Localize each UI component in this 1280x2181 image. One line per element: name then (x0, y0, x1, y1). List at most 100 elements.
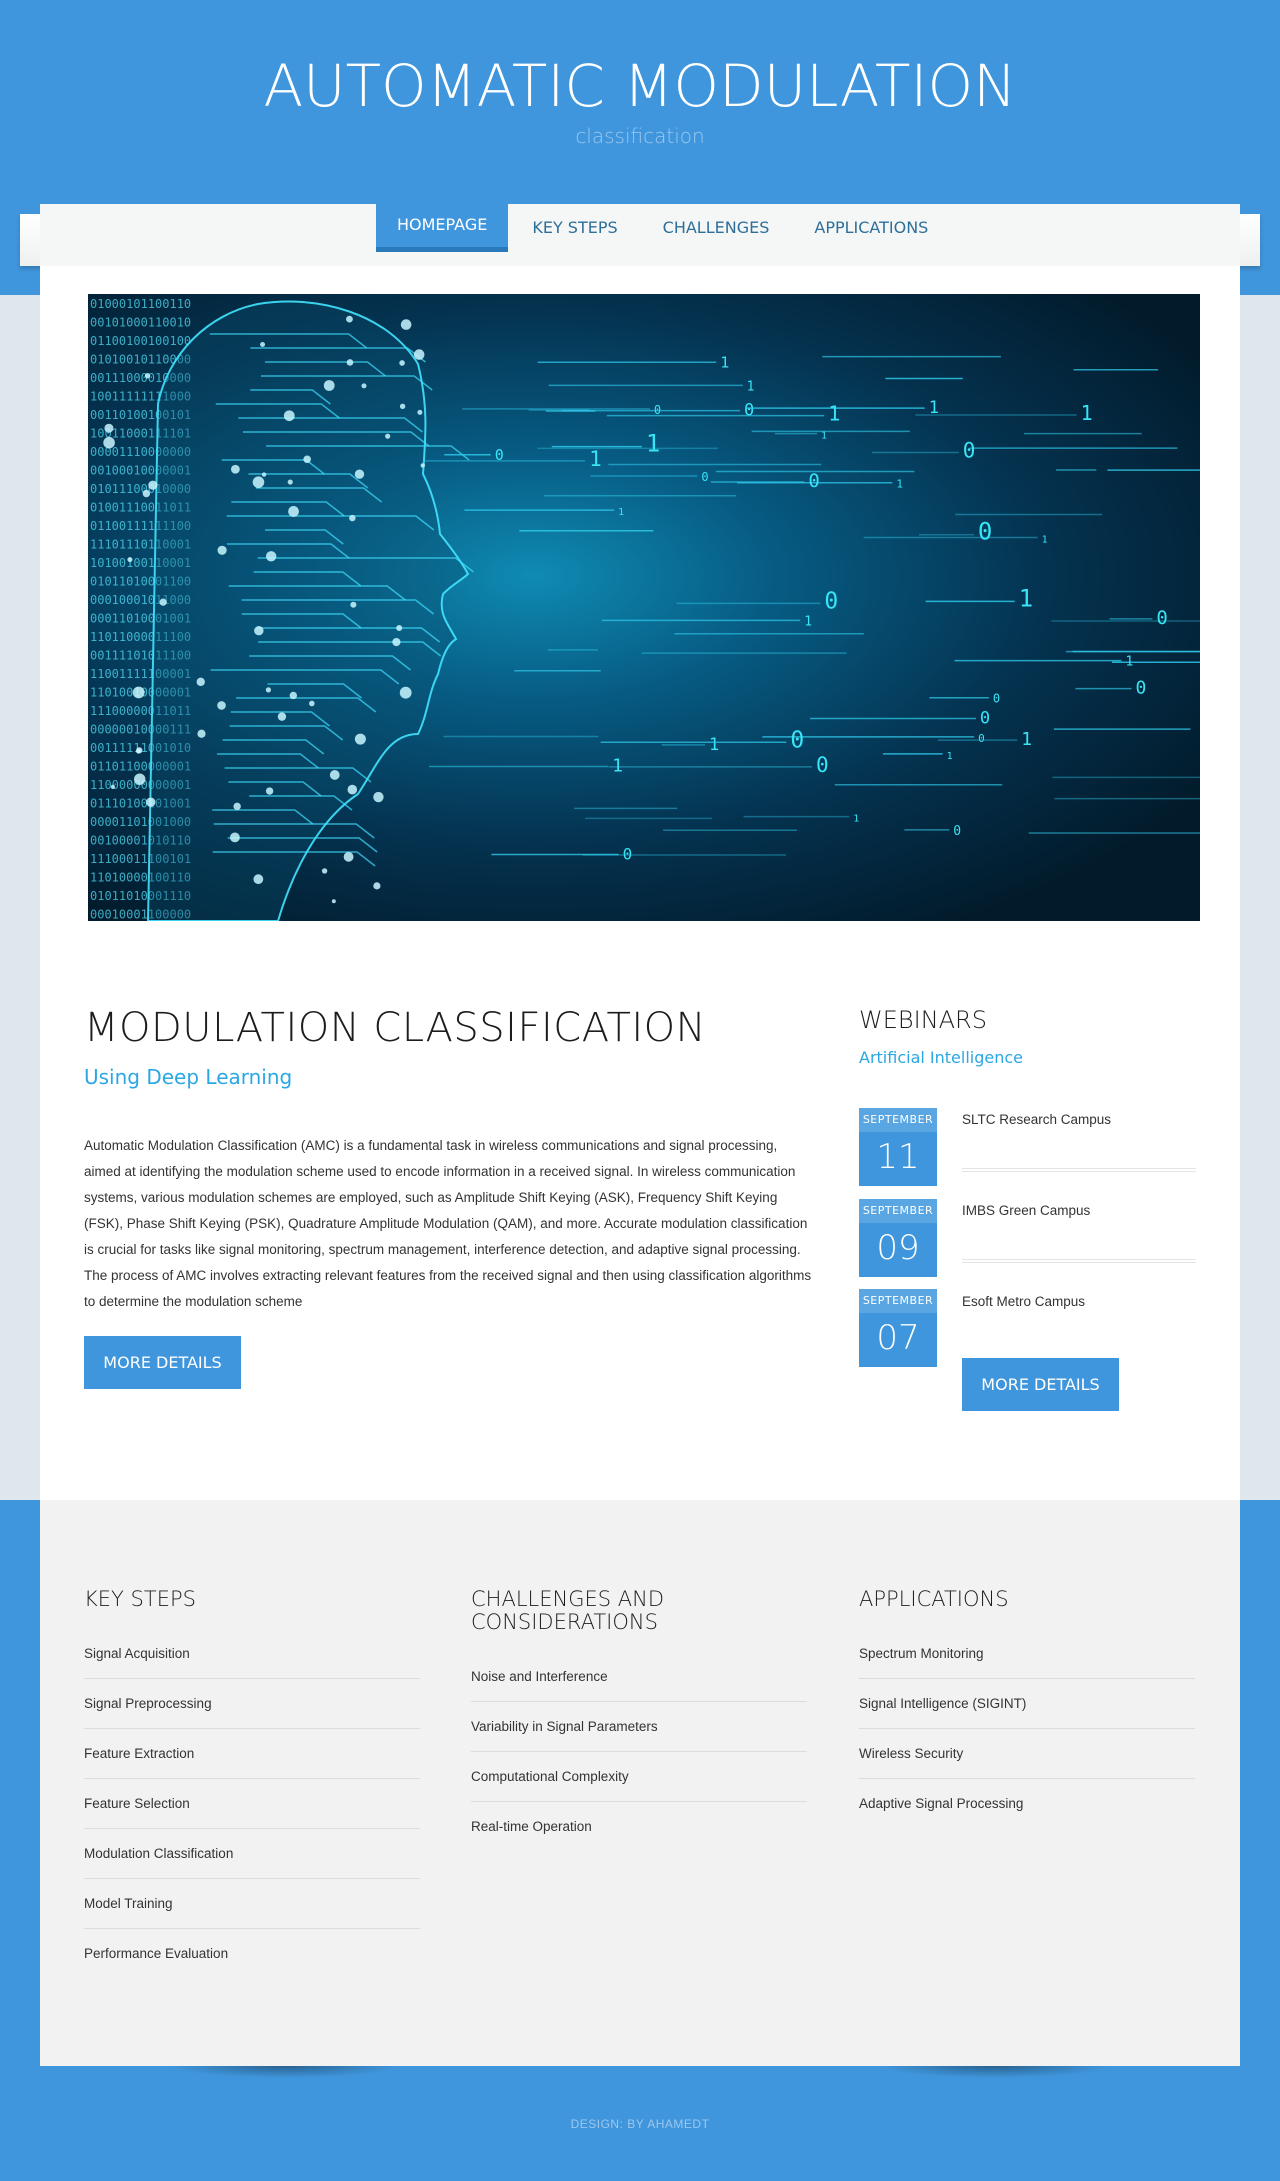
event-month: SEPTEMBER (859, 1108, 937, 1132)
svg-text:01100100100100: 01100100100100 (90, 334, 191, 348)
list-divider (84, 1778, 420, 1779)
key-step-link[interactable]: Feature Extraction (84, 1746, 194, 1761)
hero-image: 01000101100110 00101000110010 011001001001… (88, 294, 1200, 921)
footer-panel (40, 1500, 1240, 2066)
svg-text:1: 1 (720, 353, 729, 371)
nav-key-steps[interactable]: KEY STEPS (511, 204, 638, 252)
list-divider (84, 1878, 420, 1879)
event-day: 07 (876, 1318, 920, 1358)
svg-text:00101000110010: 00101000110010 (90, 316, 191, 330)
svg-text:1: 1 (589, 447, 602, 471)
event-venue[interactable]: IMBS Green Campus (962, 1203, 1090, 1218)
list-divider (471, 1801, 807, 1802)
svg-text:1: 1 (747, 379, 755, 394)
more-details-button[interactable]: MORE DETAILS (84, 1336, 241, 1389)
svg-text:1: 1 (1125, 655, 1133, 670)
design-credit: DESIGN: BY AHAMEDT (570, 2117, 710, 2131)
nav-applications[interactable]: APPLICATIONS (793, 204, 949, 252)
event-date-badge: SEPTEMBER 11 (859, 1108, 937, 1186)
svg-text:0: 0 (978, 732, 985, 745)
main-nav: HOMEPAGE KEY STEPS CHALLENGES APPLICATIO… (376, 204, 952, 252)
list-divider (84, 1728, 420, 1729)
webinars-title: WEBINARS (859, 1006, 987, 1034)
svg-text:0: 0 (816, 753, 829, 777)
list-divider (471, 1701, 807, 1702)
list-divider (84, 1678, 420, 1679)
event-date-badge: SEPTEMBER 09 (859, 1199, 937, 1277)
article-body: Automatic Modulation Classification (AMC… (84, 1138, 812, 1309)
key-step-link[interactable]: Signal Acquisition (84, 1646, 190, 1661)
nav-homepage[interactable]: HOMEPAGE (376, 204, 509, 252)
webinars-more-details-button[interactable]: MORE DETAILS (962, 1358, 1119, 1411)
event-divider (962, 1259, 1196, 1263)
challenges-title-line1: CHALLENGES AND (471, 1587, 664, 1611)
svg-text:1: 1 (646, 430, 660, 458)
svg-text:1: 1 (853, 814, 859, 825)
application-link[interactable]: Spectrum Monitoring (859, 1646, 984, 1661)
site-title: AUTOMATIC MODULATION (263, 52, 1017, 120)
svg-text:1: 1 (896, 478, 903, 491)
svg-text:0: 0 (808, 470, 819, 492)
svg-text:0: 0 (953, 824, 961, 839)
event-day: 11 (876, 1137, 920, 1177)
panel-shadow (170, 2066, 400, 2078)
svg-text:1: 1 (1081, 401, 1093, 425)
list-divider (859, 1778, 1195, 1779)
list-divider (859, 1678, 1195, 1679)
application-link[interactable]: Adaptive Signal Processing (859, 1796, 1023, 1811)
event-month: SEPTEMBER (859, 1289, 937, 1313)
svg-text:1: 1 (612, 755, 623, 776)
list-divider (84, 1928, 420, 1929)
key-steps-title: KEY STEPS (84, 1587, 196, 1611)
svg-text:1: 1 (1021, 729, 1032, 750)
key-step-link[interactable]: Model Training (84, 1896, 173, 1911)
svg-text:0: 0 (980, 709, 990, 729)
challenge-link[interactable]: Variability in Signal Parameters (471, 1719, 658, 1734)
svg-text:1: 1 (1042, 534, 1048, 545)
challenge-link[interactable]: Real-time Operation (471, 1819, 592, 1834)
svg-text:0: 0 (701, 470, 708, 484)
svg-text:01000101100110: 01000101100110 (90, 297, 191, 311)
event-date-badge: SEPTEMBER 07 (859, 1289, 937, 1367)
list-divider (471, 1751, 807, 1752)
svg-text:1: 1 (709, 735, 719, 755)
svg-text:1: 1 (929, 398, 939, 418)
svg-text:1: 1 (1019, 584, 1033, 612)
application-link[interactable]: Wireless Security (859, 1746, 963, 1761)
svg-text:0: 0 (790, 727, 804, 753)
challenges-title: CHALLENGES AND CONSIDERATIONS (471, 1588, 664, 1634)
article-subtitle: Using Deep Learning (84, 1065, 293, 1089)
event-month: SEPTEMBER (859, 1199, 937, 1223)
svg-text:0: 0 (1136, 678, 1147, 699)
svg-text:0: 0 (623, 844, 633, 863)
event-venue[interactable]: Esoft Metro Campus (962, 1294, 1085, 1309)
svg-text:0: 0 (744, 401, 754, 421)
svg-text:1: 1 (821, 431, 827, 442)
svg-text:0: 0 (978, 518, 992, 546)
applications-title: APPLICATIONS (859, 1587, 1009, 1611)
svg-text:1: 1 (618, 507, 624, 518)
challenge-link[interactable]: Noise and Interference (471, 1669, 608, 1684)
svg-text:0: 0 (824, 588, 838, 614)
key-step-link[interactable]: Modulation Classification (84, 1846, 233, 1861)
list-divider (859, 1728, 1195, 1729)
challenges-title-line2: CONSIDERATIONS (471, 1610, 658, 1634)
nav-challenges[interactable]: CHALLENGES (642, 204, 791, 252)
challenge-link[interactable]: Computational Complexity (471, 1769, 629, 1784)
key-step-link[interactable]: Signal Preprocessing (84, 1696, 212, 1711)
event-venue[interactable]: SLTC Research Campus (962, 1112, 1111, 1127)
key-step-link[interactable]: Performance Evaluation (84, 1946, 228, 1961)
webinars-subtitle: Artificial Intelligence (859, 1048, 1023, 1067)
key-step-link[interactable]: Feature Selection (84, 1796, 190, 1811)
list-divider (84, 1828, 420, 1829)
svg-text:0: 0 (1156, 607, 1167, 629)
event-day: 09 (876, 1228, 920, 1268)
application-link[interactable]: Signal Intelligence (SIGINT) (859, 1696, 1026, 1711)
event-divider (962, 1168, 1196, 1172)
svg-text:0: 0 (993, 692, 1000, 706)
site-subtitle: classification (575, 124, 705, 148)
ai-head-circuit-image: 0100010110011000101000110010011001001001… (90, 297, 1200, 921)
article-title: MODULATION CLASSIFICATION (84, 1005, 707, 1051)
svg-text:0: 0 (495, 446, 504, 464)
svg-text:1: 1 (947, 751, 953, 762)
